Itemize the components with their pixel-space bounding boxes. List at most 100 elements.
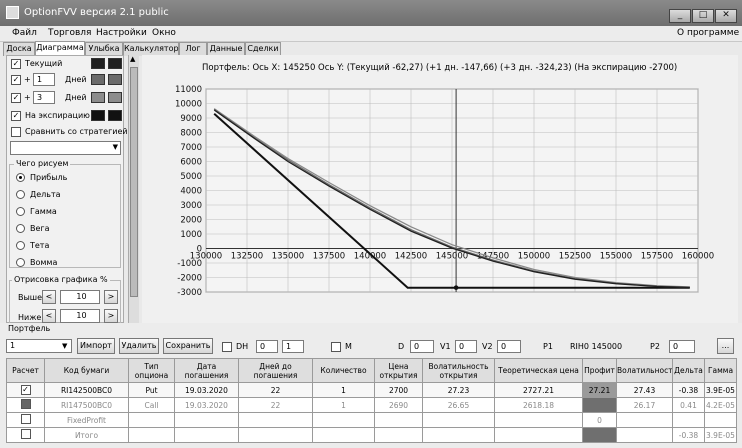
more-button[interactable]: ... (717, 338, 734, 354)
col-expiry[interactable]: Дата погашения (174, 358, 239, 383)
table-cell[interactable]: 27.23 (422, 382, 495, 398)
table-cell[interactable]: 3.9E-05 (704, 427, 737, 443)
table-cell[interactable] (704, 412, 737, 428)
col-qty[interactable]: Количество (312, 358, 375, 383)
menu-trade[interactable]: Торговля (48, 28, 91, 38)
table-cell[interactable]: -0.38 (672, 427, 705, 443)
above-input[interactable]: 10 (60, 290, 100, 304)
tab-trades[interactable]: Сделки (245, 42, 281, 56)
table-row[interactable]: ✓ RI142500BC0 Put 19.03.2020 22 1 2700 2… (6, 382, 737, 398)
table-cell[interactable]: 0 (582, 412, 617, 428)
options-scrollbar[interactable]: ▲ (128, 55, 139, 323)
plus3-color-swatch[interactable] (91, 92, 105, 103)
table-cell[interactable]: 27.21 (582, 382, 617, 398)
radio-theta[interactable] (16, 241, 25, 250)
table-cell[interactable]: 26.65 (422, 397, 495, 413)
table-cell[interactable]: 2700 (374, 382, 423, 398)
p2-input[interactable]: 0 (669, 340, 695, 353)
plus1-color-swatch[interactable] (91, 74, 105, 85)
table-cell[interactable] (616, 412, 673, 428)
table-cell[interactable]: 1 (312, 397, 375, 413)
compare-checkbox[interactable] (11, 127, 21, 137)
table-cell[interactable]: 22 (238, 382, 313, 398)
save-button[interactable]: Сохранить (163, 338, 213, 354)
table-cell[interactable]: 1 (312, 382, 375, 398)
below-increment-button[interactable]: > (104, 309, 118, 323)
table-cell[interactable]: 0.41 (672, 397, 705, 413)
current-checkbox[interactable]: ✓ (11, 59, 21, 69)
radio-vomma[interactable] (16, 258, 25, 267)
table-cell[interactable] (494, 427, 583, 443)
dh-checkbox[interactable] (222, 342, 232, 352)
col-profit[interactable]: Профит (582, 358, 617, 383)
below-decrement-button[interactable]: < (42, 309, 56, 323)
row-calc-checkbox[interactable] (20, 414, 31, 424)
table-cell[interactable]: -0.38 (672, 382, 705, 398)
radio-delta[interactable] (16, 190, 25, 199)
plus1-color-swatch-2[interactable] (108, 74, 122, 85)
table-cell[interactable]: Итого (44, 427, 129, 443)
menu-about[interactable]: О программе (677, 28, 739, 38)
table-cell[interactable] (374, 427, 423, 443)
expiry-checkbox[interactable]: ✓ (11, 111, 21, 121)
menu-window[interactable]: Окно (152, 28, 176, 38)
table-cell[interactable] (128, 427, 175, 443)
d-input[interactable]: 0 (410, 340, 434, 353)
table-row[interactable]: FixedProfit 0 (6, 412, 737, 428)
strategy-select[interactable]: ▼ (10, 141, 121, 155)
col-code[interactable]: Код бумаги (44, 358, 129, 383)
table-cell[interactable]: RI147500BC0 (44, 397, 129, 413)
table-cell[interactable]: 2690 (374, 397, 423, 413)
row-calc-cell[interactable] (6, 397, 45, 413)
tab-board[interactable]: Доска (3, 42, 35, 56)
table-cell[interactable] (494, 412, 583, 428)
tab-calculator[interactable]: Калькулятор (123, 42, 179, 56)
table-cell[interactable] (128, 412, 175, 428)
table-cell[interactable]: 27.43 (616, 382, 673, 398)
plus3-color-swatch-2[interactable] (108, 92, 122, 103)
table-cell[interactable]: 22 (238, 397, 313, 413)
radio-profit[interactable] (16, 173, 25, 182)
radio-gamma[interactable] (16, 207, 25, 216)
table-cell[interactable]: RI142500BC0 (44, 382, 129, 398)
expiry-color-swatch[interactable] (91, 110, 105, 121)
table-cell[interactable]: 19.03.2020 (174, 397, 239, 413)
table-cell[interactable] (174, 427, 239, 443)
row-calc-checkbox[interactable] (20, 429, 31, 439)
col-theor-price[interactable]: Теоретическая цена (494, 358, 583, 383)
table-cell[interactable]: FixedProfit (44, 412, 129, 428)
import-button[interactable]: Импорт (77, 338, 115, 354)
v1-input[interactable]: 0 (455, 340, 477, 353)
table-cell[interactable] (422, 412, 495, 428)
table-cell[interactable] (582, 397, 617, 413)
table-row[interactable]: Итого -0.38 3.9E-05 (6, 427, 737, 443)
col-type[interactable]: Тип опциона (128, 358, 175, 383)
row-calc-cell[interactable] (6, 412, 45, 428)
table-row[interactable]: RI147500BC0 Call 19.03.2020 22 1 2690 26… (6, 397, 737, 413)
plus1-days-input[interactable]: 1 (33, 73, 55, 86)
payoff-chart[interactable]: 130000 132500 135000 137500 140000 142500 1450… (142, 55, 738, 323)
plus3-days-input[interactable]: 3 (33, 91, 55, 104)
plus3-checkbox[interactable]: ✓ (11, 93, 21, 103)
tab-data[interactable]: Данные (207, 42, 245, 56)
row-calc-cell[interactable] (6, 427, 45, 443)
table-cell[interactable] (238, 412, 313, 428)
table-cell[interactable] (422, 427, 495, 443)
table-cell[interactable]: 26.17 (616, 397, 673, 413)
radio-vega[interactable] (16, 224, 25, 233)
maximize-button[interactable]: □ (692, 9, 714, 23)
col-gamma[interactable]: Гамма (704, 358, 737, 383)
scrollbar-thumb[interactable] (130, 67, 138, 297)
above-decrement-button[interactable]: < (42, 290, 56, 304)
table-cell[interactable]: 2727.21 (494, 382, 583, 398)
row-calc-checkbox[interactable]: ✓ (20, 385, 31, 395)
m-checkbox[interactable] (331, 342, 341, 352)
plus1-checkbox[interactable]: ✓ (11, 75, 21, 85)
table-cell[interactable] (374, 412, 423, 428)
above-increment-button[interactable]: > (104, 290, 118, 304)
close-button[interactable]: ✕ (715, 9, 737, 23)
col-calc[interactable]: Расчет (6, 358, 45, 383)
table-cell[interactable] (672, 412, 705, 428)
minimize-button[interactable]: _ (669, 9, 691, 23)
tab-log[interactable]: Лог (179, 42, 207, 56)
